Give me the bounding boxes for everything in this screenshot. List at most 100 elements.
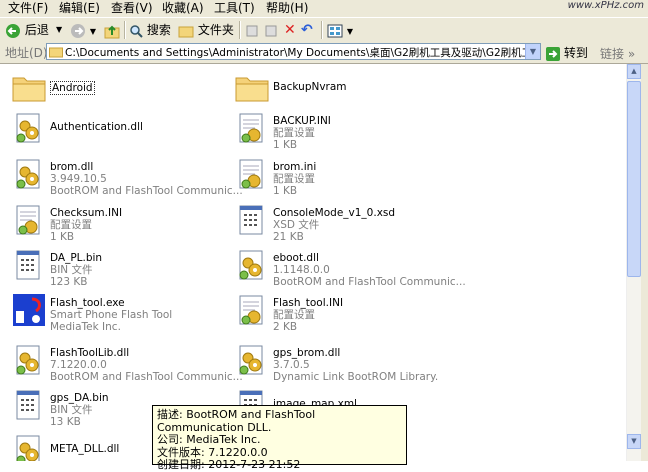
window-frame	[641, 64, 648, 461]
file-name: META_DLL.dll	[50, 443, 120, 455]
file-detail: MediaTek Inc.	[50, 321, 121, 333]
up-folder-button[interactable]	[104, 21, 120, 39]
address-input[interactable]: C:\Documents and Settings\Administrator\…	[46, 43, 541, 60]
file-name: Flash_tool.INI	[273, 297, 344, 309]
file-detail: 1 KB	[273, 139, 298, 151]
file-detail: 配置设置	[273, 173, 315, 185]
folders-label: 文件夹	[197, 23, 234, 37]
file-detail: 1 KB	[50, 231, 75, 243]
file-detail: 3.949.10.5	[50, 173, 107, 185]
back-button[interactable]: 后退	[5, 21, 49, 39]
undo-icon[interactable]: ↶	[301, 21, 313, 39]
back-dropdown-icon[interactable]: ▼	[56, 21, 62, 39]
menu-file[interactable]: 文件(F)	[8, 0, 48, 17]
move-to-icon	[246, 25, 258, 36]
file-detail: 配置设置	[273, 309, 315, 321]
menu-tools[interactable]: 工具(T)	[214, 0, 255, 17]
views-button[interactable]: ▼	[327, 21, 353, 39]
file-name: brom.ini	[273, 161, 317, 173]
back-label: 后退	[24, 23, 49, 37]
file-list: Android BackupNvram Authentication.dll BACK…	[0, 64, 626, 461]
file-name: eboot.dll	[273, 252, 319, 264]
ini-icon	[235, 157, 271, 193]
file-name: Checksum.INI	[50, 207, 123, 219]
search-icon	[130, 24, 143, 38]
file-name: brom.dll	[50, 161, 94, 173]
folder-icon	[49, 47, 63, 58]
move-to-button[interactable]	[245, 21, 259, 39]
ini-icon	[235, 111, 271, 147]
back-arrow-icon	[6, 23, 20, 38]
bin-icon	[12, 248, 48, 284]
file-detail: BIN 文件	[50, 404, 93, 416]
file-name: gps_DA.bin	[50, 392, 109, 404]
toolbar-separator	[239, 21, 241, 39]
forward-arrow-icon	[71, 23, 85, 38]
tooltip-description: 描述: BootROM and FlashTool Communication …	[157, 408, 316, 434]
file-name: BackupNvram	[273, 81, 347, 93]
toolbar-separator	[124, 21, 126, 39]
scroll-thumb[interactable]	[627, 81, 641, 277]
links-label: 链接	[600, 47, 625, 61]
address-path: C:\Documents and Settings\Administrator\…	[65, 47, 525, 59]
scroll-up-icon[interactable]: ▲	[627, 64, 641, 79]
menu-view[interactable]: 查看(V)	[111, 0, 153, 17]
dll-icon	[12, 433, 48, 461]
dll-icon	[12, 343, 48, 379]
file-detail: 配置设置	[50, 219, 92, 231]
xsd-icon	[235, 203, 271, 239]
file-detail: 13 KB	[50, 416, 81, 428]
address-bar: 地址(D) C:\Documents and Settings\Administ…	[0, 42, 648, 64]
menu-edit[interactable]: 编辑(E)	[59, 0, 100, 17]
delete-icon[interactable]: ✕	[284, 21, 296, 39]
file-detail: XSD 文件	[273, 219, 320, 231]
address-label: 地址(D)	[5, 46, 48, 60]
ini-icon	[12, 203, 48, 239]
file-detail: 配置设置	[273, 127, 315, 139]
address-dropdown-icon[interactable]: ▼	[525, 44, 540, 59]
links-button[interactable]: 链接 »	[600, 45, 635, 62]
tooltip-company: 公司: MediaTek Inc.	[157, 433, 261, 446]
dll-icon	[235, 248, 271, 284]
file-name: Android	[50, 81, 95, 95]
folder-icon	[235, 72, 271, 108]
file-name: Authentication.dll	[50, 121, 143, 133]
menu-bar: 文件(F) 编辑(E) 查看(V) 收藏(A) 工具(T) 帮助(H) www.…	[0, 0, 648, 17]
views-icon	[327, 24, 343, 37]
folders-button[interactable]: 文件夹	[178, 21, 234, 39]
file-tooltip: 描述: BootROM and FlashTool Communication …	[152, 405, 407, 471]
copy-to-button[interactable]	[264, 21, 278, 39]
file-detail: 123 KB	[50, 276, 88, 288]
go-button[interactable]: 转到	[546, 44, 588, 61]
menu-help[interactable]: 帮助(H)	[266, 0, 308, 17]
file-detail: BIN 文件	[50, 264, 93, 276]
go-arrow-icon	[546, 46, 560, 61]
file-detail: 1.1148.0.0	[273, 264, 330, 276]
exe-icon	[12, 293, 48, 329]
scroll-down-icon[interactable]: ▼	[627, 434, 641, 449]
file-detail: BootROM and FlashTool Communic...	[50, 185, 243, 197]
ini-icon	[235, 293, 271, 329]
file-name: DA_PL.bin	[50, 252, 103, 264]
vertical-scrollbar[interactable]: ▲ ▼	[626, 64, 641, 461]
file-detail: 21 KB	[273, 231, 304, 243]
toolbar-separator	[321, 21, 323, 39]
file-name: gps_brom.dll	[273, 347, 341, 359]
search-button[interactable]: 搜索	[129, 21, 171, 39]
forward-button[interactable]: ▼	[70, 21, 96, 39]
file-name: BACKUP.INI	[273, 115, 331, 127]
file-detail: 3.7.0.5	[273, 359, 310, 371]
go-label: 转到	[563, 46, 588, 60]
file-name: ConsoleMode_v1_0.xsd	[273, 207, 396, 219]
file-detail: Smart Phone Flash Tool	[50, 309, 173, 321]
file-detail: Dynamic Link BootROM Library.	[273, 371, 439, 383]
copy-to-icon	[265, 25, 277, 36]
dll-icon	[235, 343, 271, 379]
file-name: Flash_tool.exe	[50, 297, 125, 309]
bin-icon	[12, 388, 48, 424]
file-detail: 7.1220.0.0	[50, 359, 107, 371]
file-detail: 2 KB	[273, 321, 298, 333]
file-name: FlashToolLib.dll	[50, 347, 130, 359]
up-folder-icon	[104, 25, 120, 38]
menu-favorites[interactable]: 收藏(A)	[162, 0, 204, 17]
